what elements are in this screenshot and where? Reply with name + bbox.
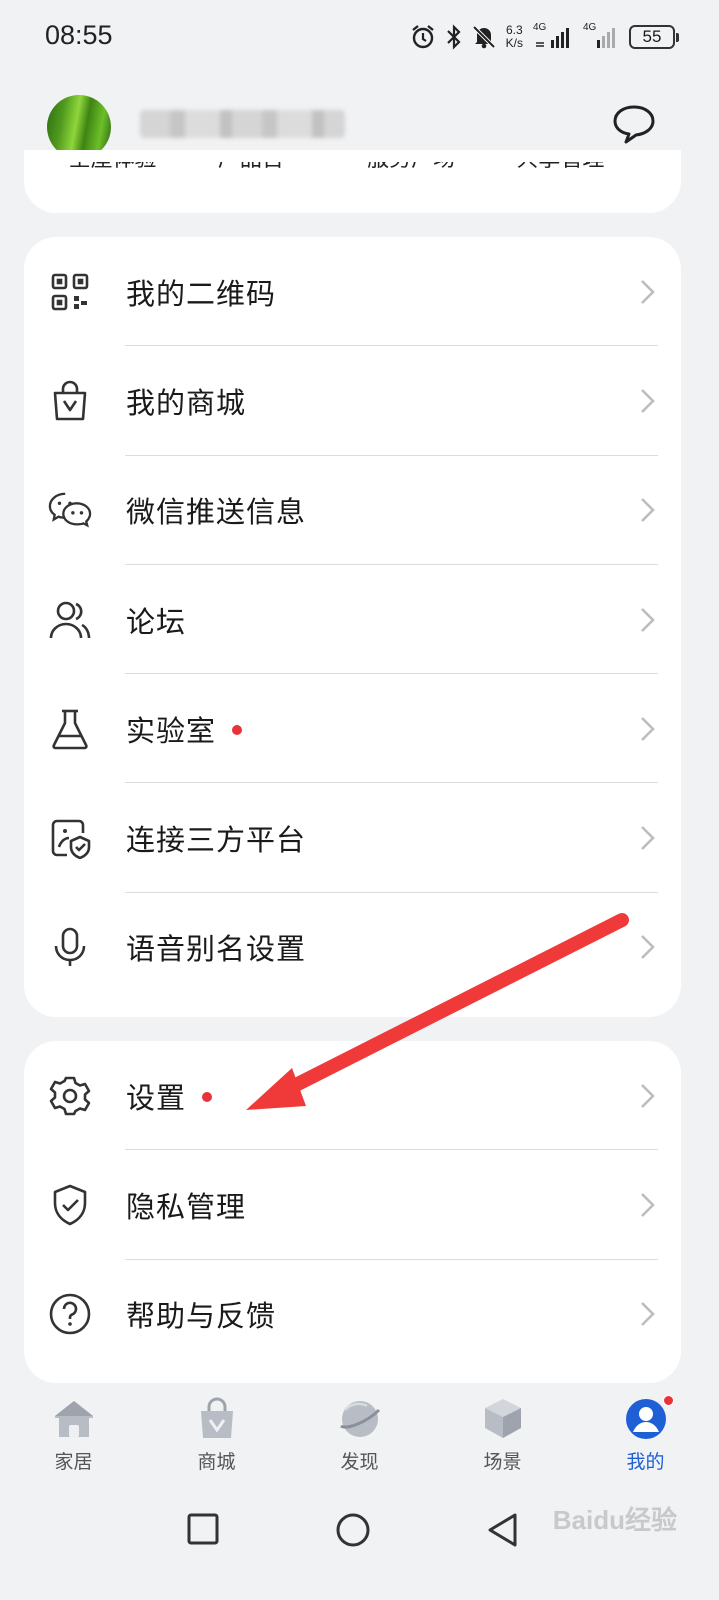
recents-square-icon[interactable] bbox=[186, 1512, 220, 1546]
menu-item-label: 微信推送信息 bbox=[126, 495, 307, 530]
menu-item-privacy[interactable]: 隐私管理 bbox=[24, 1150, 681, 1260]
menu-item-label: 语音别名设置 bbox=[126, 932, 307, 967]
nav-label: 我的 bbox=[626, 1451, 665, 1473]
qr-code-icon bbox=[48, 270, 92, 314]
bluetooth-icon bbox=[446, 24, 461, 50]
menu-card-settings: 设置 隐私管理 帮助与反馈 bbox=[24, 1041, 681, 1383]
shortcut-item[interactable]: 全屋体验 bbox=[69, 162, 189, 176]
shortcut-item[interactable]: 共享管理 bbox=[516, 162, 636, 176]
menu-item-label: 我的二维码 bbox=[126, 276, 277, 311]
status-time: 08:55 bbox=[45, 20, 113, 50]
status-bar: 08:55 6.3 K/s 4G 4G 55 bbox=[0, 0, 719, 76]
mall-icon bbox=[195, 1393, 239, 1445]
status-icons: 6.3 K/s 4G 4G 55 bbox=[410, 20, 679, 54]
chevron-right-icon bbox=[641, 1302, 655, 1327]
chevron-right-icon bbox=[641, 935, 655, 960]
watermark: Baidu经验 bbox=[552, 1505, 677, 1535]
chevron-right-icon bbox=[641, 1083, 655, 1108]
user-name-redacted[interactable] bbox=[140, 110, 345, 138]
shortcut-card: 全屋体验 产品百 服务广场 共享管理 bbox=[24, 150, 681, 213]
menu-item-help[interactable]: 帮助与反馈 bbox=[24, 1260, 681, 1369]
chevron-right-icon bbox=[641, 607, 655, 632]
menu-item-forum[interactable]: 论坛 bbox=[24, 565, 681, 675]
nav-label: 家居 bbox=[54, 1451, 93, 1473]
alarm-icon bbox=[411, 25, 434, 49]
shortcut-item[interactable]: 产品百 bbox=[218, 162, 338, 176]
nav-label: 发现 bbox=[340, 1451, 379, 1473]
menu-item-voice-alias[interactable]: 语音别名设置 bbox=[24, 893, 681, 1002]
chevron-right-icon bbox=[641, 826, 655, 851]
menu-item-third-party[interactable]: 连接三方平台 bbox=[24, 783, 681, 893]
microphone-icon bbox=[48, 925, 92, 969]
menu-item-label: 设置 bbox=[126, 1075, 213, 1117]
chevron-right-icon bbox=[641, 279, 655, 304]
home-circle-icon[interactable] bbox=[335, 1512, 371, 1548]
notification-dot bbox=[662, 1395, 674, 1406]
chevron-right-icon bbox=[641, 498, 655, 523]
nav-scenes[interactable]: 场景 bbox=[448, 1393, 558, 1488]
home-icon bbox=[52, 1393, 96, 1445]
third-party-icon bbox=[48, 816, 92, 860]
menu-item-label: 论坛 bbox=[126, 604, 187, 639]
users-icon bbox=[48, 598, 92, 642]
menu-item-qr-code[interactable]: 我的二维码 bbox=[24, 237, 681, 347]
notification-dot bbox=[232, 724, 243, 735]
shopping-bag-icon bbox=[48, 379, 92, 423]
notification-dot bbox=[202, 1091, 213, 1102]
nav-me[interactable]: 我的 bbox=[591, 1393, 701, 1488]
menu-item-label: 我的商城 bbox=[126, 385, 247, 420]
chevron-right-icon bbox=[641, 389, 655, 413]
bottom-nav: 家居 商城 发现 场景 我的 bbox=[0, 1393, 719, 1488]
menu-item-label: 实验室 bbox=[126, 708, 243, 750]
shortcut-row: 全屋体验 产品百 服务广场 共享管理 bbox=[24, 162, 681, 176]
chevron-right-icon bbox=[641, 1193, 655, 1217]
back-triangle-icon[interactable] bbox=[485, 1512, 519, 1548]
gear-icon bbox=[48, 1074, 92, 1118]
chevron-right-icon bbox=[641, 716, 655, 741]
chat-bubble-icon[interactable] bbox=[611, 104, 657, 146]
menu-item-settings[interactable]: 设置 bbox=[24, 1041, 681, 1151]
nav-mall[interactable]: 商城 bbox=[162, 1393, 272, 1488]
nav-home[interactable]: 家居 bbox=[19, 1393, 129, 1488]
flask-icon bbox=[48, 707, 92, 751]
help-icon bbox=[48, 1292, 92, 1336]
menu-card-main: 我的二维码 我的商城 微信推送信息 论坛 实验室 连接三方平台 语音别名设置 bbox=[24, 237, 681, 1017]
mute-bell-icon bbox=[472, 25, 496, 49]
nav-label: 商城 bbox=[197, 1451, 236, 1473]
menu-item-wechat[interactable]: 微信推送信息 bbox=[24, 456, 681, 565]
profile-icon bbox=[624, 1393, 674, 1445]
network-speed: 6.3 K/s bbox=[505, 23, 523, 50]
nav-discover[interactable]: 发现 bbox=[305, 1393, 415, 1488]
menu-item-lab[interactable]: 实验室 bbox=[24, 674, 681, 784]
signal-1: 4G bbox=[533, 22, 573, 50]
cube-icon bbox=[481, 1393, 525, 1445]
nav-label: 场景 bbox=[483, 1451, 522, 1473]
wechat-icon bbox=[48, 488, 92, 532]
menu-item-label: 帮助与反馈 bbox=[126, 1299, 277, 1334]
menu-item-label: 连接三方平台 bbox=[126, 823, 307, 858]
menu-item-label: 隐私管理 bbox=[126, 1189, 247, 1224]
battery-indicator: 55 bbox=[629, 25, 679, 49]
menu-item-mall[interactable]: 我的商城 bbox=[24, 346, 681, 456]
shield-check-icon bbox=[48, 1183, 92, 1227]
signal-2: 4G bbox=[583, 22, 619, 50]
planet-icon bbox=[337, 1393, 383, 1445]
shortcut-item[interactable]: 服务广场 bbox=[367, 162, 487, 176]
